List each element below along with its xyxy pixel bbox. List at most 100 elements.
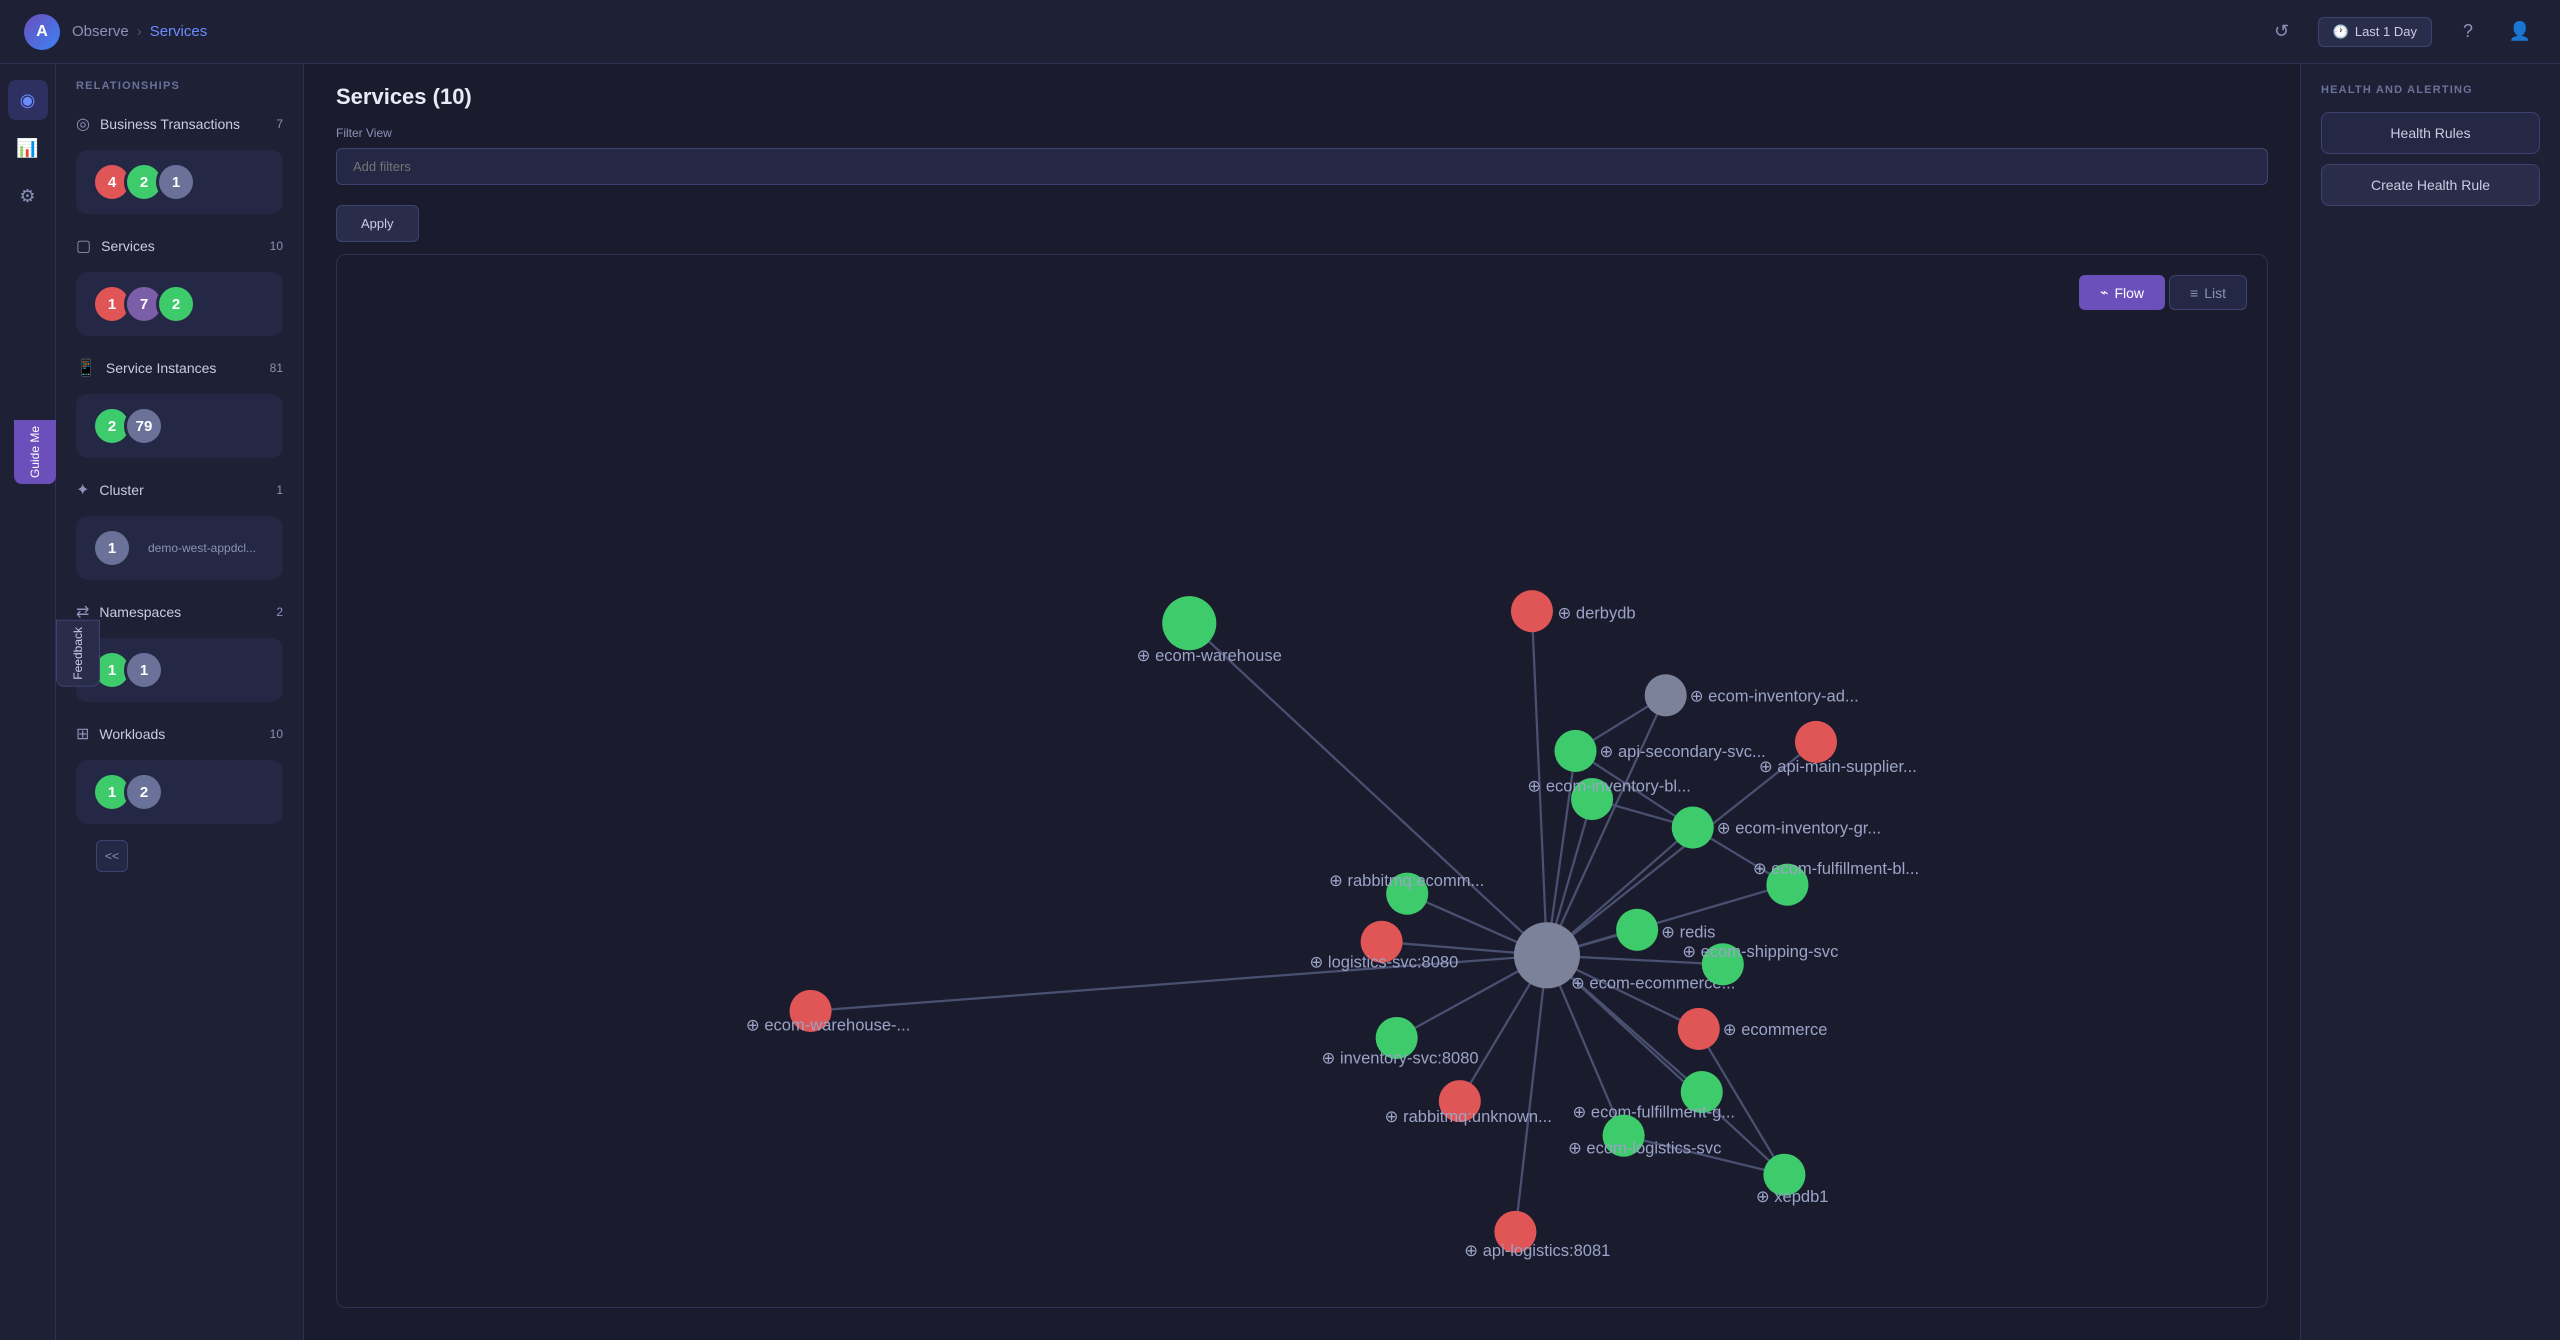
sidebar: RELATIONSHIPS ◎ Business Transactions 7 … [56,64,304,1340]
filter-input[interactable] [336,148,2268,185]
si-count: 81 [270,361,283,375]
ns-count: 2 [276,605,283,619]
node-ecommerce[interactable] [1678,1008,1720,1050]
workloads-health-pills: 1 2 [76,760,283,824]
node-derbydb[interactable] [1511,590,1553,632]
svg-text:⊕ api-main-supplier...: ⊕ api-main-supplier... [1759,757,1917,776]
sidebar-item-business-transactions[interactable]: ◎ Business Transactions 7 [56,104,303,144]
breadcrumb-sep: › [137,23,142,40]
graph-toolbar: ⌁ Flow ≡ List [2079,275,2247,310]
services-label: Services [101,238,155,254]
bt-icon: ◎ [76,114,90,134]
cluster-count: 1 [276,483,283,497]
cluster-name-label: demo-west-appdcl... [148,541,256,555]
workloads-count: 10 [270,727,283,741]
apply-button[interactable]: Apply [336,205,419,242]
svg-text:⊕ ecommerce: ⊕ ecommerce [1723,1020,1828,1039]
svg-text:⊕ api-secondary-svc...: ⊕ api-secondary-svc... [1600,742,1766,761]
svg-text:⊕ rabbitmq:unknown...: ⊕ rabbitmq:unknown... [1385,1107,1552,1126]
page-title: Services (10) [336,84,2268,110]
svg-text:⊕ ecom-inventory-gr...: ⊕ ecom-inventory-gr... [1717,819,1881,838]
node-redis[interactable] [1616,909,1658,951]
ns-icon: ⇄ [76,602,89,622]
svg-text:⊕ ecom-shipping-svc: ⊕ ecom-shipping-svc [1682,942,1838,961]
list-label: List [2204,285,2226,301]
svg-text:⊕ ecom-inventory-bl...: ⊕ ecom-inventory-bl... [1527,777,1690,796]
app-logo: A [24,14,60,50]
svg-text:⊕ ecom-warehouse: ⊕ ecom-warehouse [1137,646,1282,665]
node-ecom-warehouse-top[interactable] [1162,596,1216,650]
content-area: Services (10) Filter View Apply ⌁ Flow ≡… [304,64,2300,1340]
cluster-dot-container: 1 demo-west-appdcl... [76,516,283,580]
list-icon: ≡ [2190,285,2198,301]
bt-count: 7 [276,117,283,131]
sidebar-section-workloads: ⊞ Workloads 10 1 2 [56,714,303,824]
workloads-icon: ⊞ [76,724,89,744]
right-panel-header: HEALTH AND ALERTING [2301,84,2560,112]
ns-health-pills: 1 1 [76,638,283,702]
sidebar-item-cluster[interactable]: ✦ Cluster 1 [56,470,303,510]
list-tab[interactable]: ≡ List [2169,275,2247,310]
rail-chart-icon[interactable]: 📊 [8,128,48,168]
sidebar-item-workloads[interactable]: ⊞ Workloads 10 [56,714,303,754]
svg-text:⊕ logistics-svc:8080: ⊕ logistics-svc:8080 [1310,952,1459,971]
sidebar-item-service-instances[interactable]: 📱 Service Instances 81 [56,348,303,388]
sidebar-section-service-instances: 📱 Service Instances 81 2 79 [56,348,303,458]
sidebar-collapse-button[interactable]: << [96,840,128,872]
node-ecom-inventory-gr[interactable] [1672,807,1714,849]
svg-text:⊕ xepdb1: ⊕ xepdb1 [1756,1187,1829,1206]
main-layout: ◉ 📊 ⚙ RELATIONSHIPS ◎ Business Transacti… [0,64,2560,1340]
services-count: 10 [270,239,283,253]
graph-container: ⌁ Flow ≡ List [336,254,2268,1308]
breadcrumb-parent[interactable]: Observe [72,23,129,40]
node-api-secondary-svc[interactable] [1554,730,1596,772]
breadcrumb: Observe › Services [72,23,207,40]
svg-text:⊕ ecom-warehouse-...: ⊕ ecom-warehouse-... [746,1015,910,1034]
bt-label: Business Transactions [100,116,240,132]
time-range-label: Last 1 Day [2355,24,2417,39]
node-ecom-inventory-ad[interactable] [1645,674,1687,716]
cluster-label: Cluster [99,482,143,498]
user-icon[interactable]: 👤 [2504,16,2536,48]
services-icon: ▢ [76,236,91,256]
svg-text:⊕ ecom-fulfillment-g...: ⊕ ecom-fulfillment-g... [1573,1103,1736,1122]
svg-text:⊕ ecom-fulfillment-bl...: ⊕ ecom-fulfillment-bl... [1753,859,1919,878]
time-range-selector[interactable]: 🕐 Last 1 Day [2318,17,2432,47]
breadcrumb-current[interactable]: Services [150,23,208,40]
svg-text:⊕ ecom-logistics-svc: ⊕ ecom-logistics-svc [1568,1139,1721,1158]
filter-section: Filter View [336,126,2268,185]
svg-text:⊕ redis: ⊕ redis [1661,922,1715,941]
sidebar-section-header: RELATIONSHIPS [56,80,303,104]
right-panel: HEALTH AND ALERTING Health Rules Create … [2300,64,2560,1340]
workloads-label: Workloads [99,726,165,742]
sidebar-item-services[interactable]: ▢ Services 10 [56,226,303,266]
help-icon[interactable]: ? [2452,16,2484,48]
ns-gray-dot: 1 [124,650,164,690]
ns-label: Namespaces [99,604,181,620]
svg-text:⊕ rabbitmq:ecomm...: ⊕ rabbitmq:ecomm... [1329,871,1484,890]
refresh-icon[interactable]: ↺ [2266,16,2298,48]
wl-gray-dot: 2 [124,772,164,812]
health-rules-button[interactable]: Health Rules [2321,112,2540,154]
rail-gear-icon[interactable]: ⚙ [8,176,48,216]
sidebar-section-cluster: ✦ Cluster 1 1 demo-west-appdcl... [56,470,303,580]
create-health-rule-button[interactable]: Create Health Rule [2321,164,2540,206]
si-icon: 📱 [76,358,96,378]
flow-tab[interactable]: ⌁ Flow [2079,275,2165,310]
svc-green-dot: 2 [156,284,196,324]
feedback-tab[interactable]: Feedback [56,620,100,687]
topbar: A Observe › Services ↺ 🕐 Last 1 Day ? 👤 [0,0,2560,64]
guide-me-tab[interactable]: Guide Me [14,420,56,484]
rail-observe-icon[interactable]: ◉ [8,80,48,120]
icon-rail: ◉ 📊 ⚙ [0,64,56,1340]
svg-text:⊕ derbydb: ⊕ derbydb [1557,604,1635,623]
bt-gray-dot: 1 [156,162,196,202]
flow-label: Flow [2114,285,2144,301]
svg-text:⊕ inventory-svc:8080: ⊕ inventory-svc:8080 [1322,1049,1479,1068]
topology-graph: ⊕ ecom-warehouse ⊕ derbydb ⊕ ecom-invent… [337,255,2267,1307]
cluster-gray-dot: 1 [92,528,132,568]
bt-health-pills: 4 2 1 [76,150,283,214]
si-label: Service Instances [106,360,217,376]
topbar-right: ↺ 🕐 Last 1 Day ? 👤 [2266,16,2536,48]
svg-text:⊕ ecom-inventory-ad...: ⊕ ecom-inventory-ad... [1690,686,1859,705]
